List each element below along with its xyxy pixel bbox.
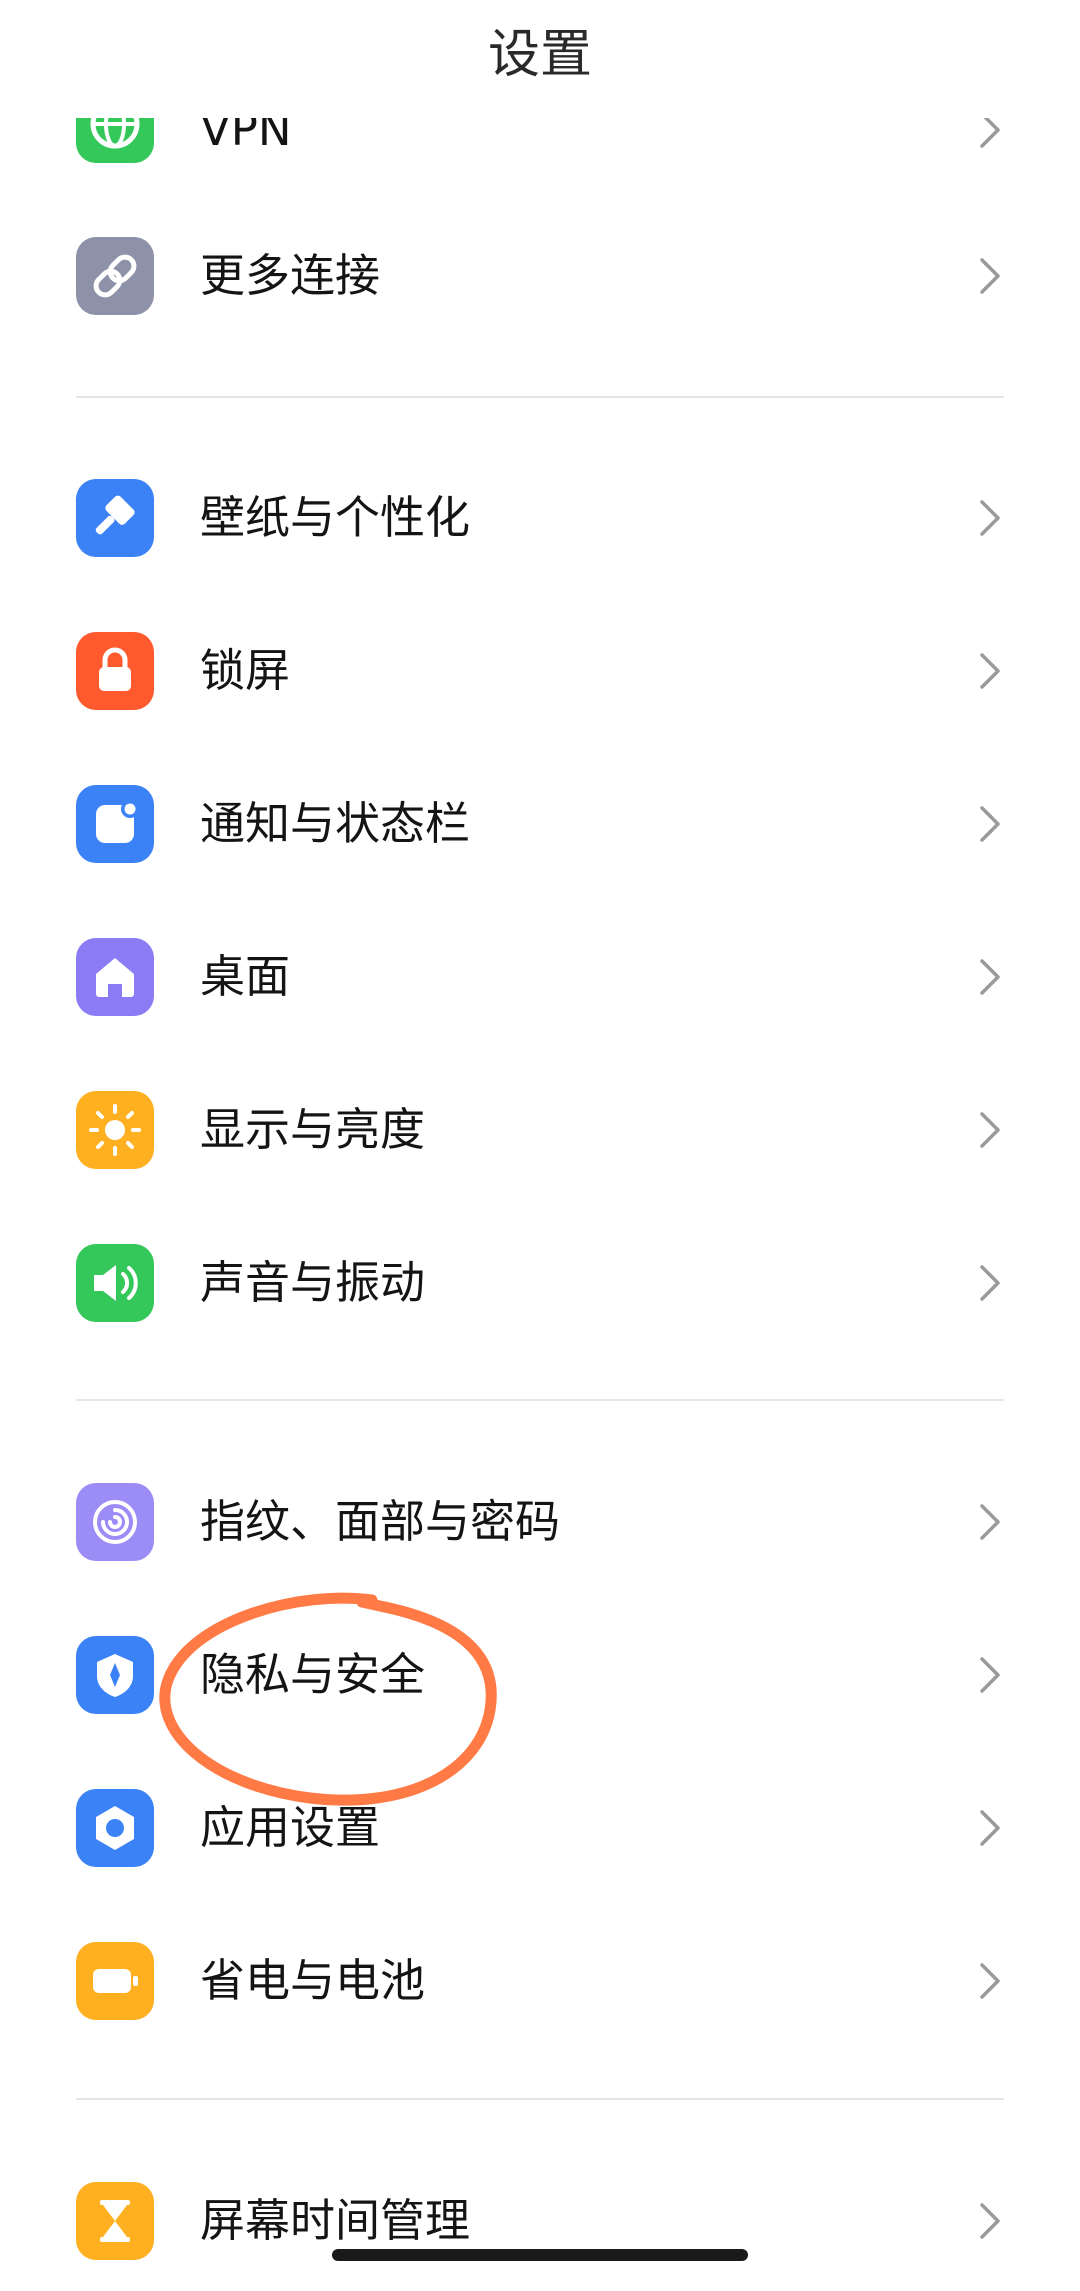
settings-item-wallpaper[interactable]: 壁纸与个性化 [0,448,1080,588]
settings-item-sound[interactable]: 声音与振动 [0,1213,1080,1353]
settings-item-privacy[interactable]: 隐私与安全 [0,1605,1080,1745]
brush-icon [76,479,154,557]
settings-item-more-connections[interactable]: 更多连接 [0,206,1080,346]
chevron-right-icon [980,258,1000,294]
home-icon [76,938,154,1016]
settings-item-label: 通知与状态栏 [200,797,471,850]
section-divider [76,2098,1004,2100]
app-hexagon-icon [76,1789,154,1867]
chevron-right-icon [980,653,1000,689]
settings-item-lockscreen[interactable]: 锁屏 [0,601,1080,741]
fingerprint-icon [76,1483,154,1561]
lock-icon [76,632,154,710]
sun-icon [76,1091,154,1169]
section-divider [76,396,1004,398]
chevron-right-icon [980,1265,1000,1301]
chevron-right-icon [980,1112,1000,1148]
settings-item-label: 锁屏 [200,644,291,697]
settings-item-label: 省电与电池 [200,1954,426,2007]
settings-item-label: 显示与亮度 [200,1103,426,1156]
settings-item-fingerprint[interactable]: 指纹、面部与密码 [0,1452,1080,1592]
chevron-right-icon [980,2203,1000,2239]
battery-icon [76,1942,154,2020]
chevron-right-icon [980,806,1000,842]
settings-item-display[interactable]: 显示与亮度 [0,1060,1080,1200]
settings-item-label: 隐私与安全 [200,1648,426,1701]
settings-item-screen-time[interactable]: 屏幕时间管理 [0,2151,1080,2291]
link-icon [76,237,154,315]
chevron-right-icon [980,1657,1000,1693]
settings-item-notifications[interactable]: 通知与状态栏 [0,754,1080,894]
settings-item-label: 壁纸与个性化 [200,491,471,544]
settings-item-app-settings[interactable]: 应用设置 [0,1758,1080,1898]
chevron-right-icon [980,1963,1000,1999]
shield-icon [76,1636,154,1714]
hourglass-icon [76,2182,154,2260]
section-divider [76,1399,1004,1401]
chevron-right-icon [980,1810,1000,1846]
notification-icon [76,785,154,863]
chevron-right-icon [980,1504,1000,1540]
header-bar: 设置 [0,0,1080,118]
settings-item-label: 声音与振动 [200,1256,426,1309]
settings-item-label: 更多连接 [200,249,381,302]
settings-item-battery[interactable]: 省电与电池 [0,1911,1080,2051]
chevron-right-icon [980,959,1000,995]
settings-item-label: 屏幕时间管理 [200,2194,471,2247]
chevron-right-icon [980,500,1000,536]
settings-item-label: 桌面 [200,950,291,1003]
speaker-icon [76,1244,154,1322]
settings-item-desktop[interactable]: 桌面 [0,907,1080,1047]
home-indicator[interactable] [332,2249,748,2261]
page-title: 设置 [487,25,592,85]
settings-item-label: 指纹、面部与密码 [200,1495,561,1548]
settings-item-label: 应用设置 [200,1801,381,1854]
